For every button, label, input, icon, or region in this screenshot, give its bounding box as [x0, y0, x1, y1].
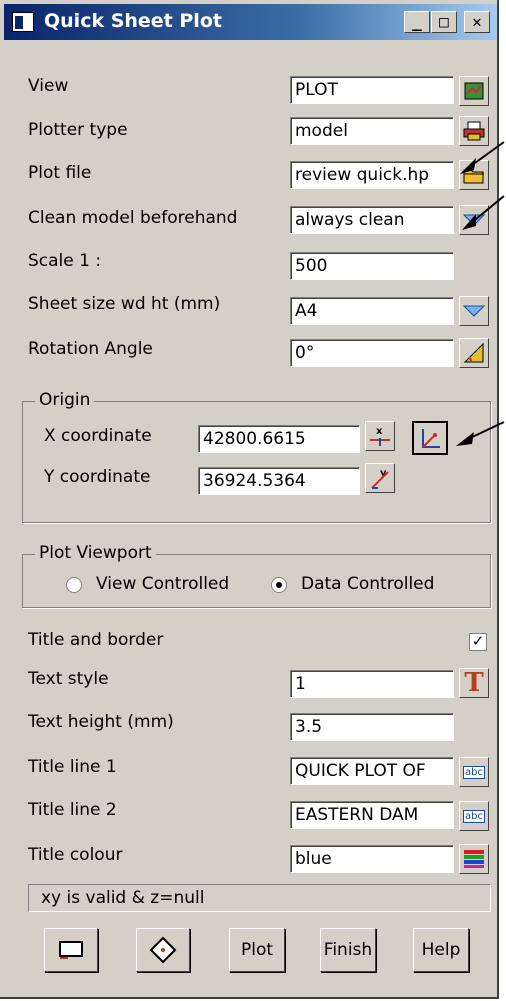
x-coordinate-field[interactable]: 42800.6615 [198, 425, 360, 453]
title-border-checkbox[interactable]: ✓ [469, 633, 487, 651]
view-field[interactable]: PLOT [290, 76, 454, 104]
text-height-label: Text height (mm) [28, 712, 174, 732]
text-style-field[interactable]: 1 [290, 670, 454, 698]
scale-label: Scale 1 : [28, 251, 102, 271]
title-line-1-label: Title line 1 [28, 757, 117, 777]
plotter-type-field[interactable]: model [290, 117, 454, 145]
title-line-2-button[interactable]: abc [459, 801, 489, 831]
app-icon [12, 12, 34, 32]
data-controlled-radio[interactable] [271, 577, 287, 593]
origin-pick-button[interactable] [412, 421, 448, 455]
title-colour-button[interactable] [459, 844, 489, 874]
maximize-icon: □ [439, 12, 449, 31]
minimize-icon: _ [412, 12, 422, 31]
title-colour-label: Title colour [28, 845, 123, 865]
colour-palette-icon [464, 850, 484, 868]
plot-file-field[interactable]: review quick.hp [290, 161, 454, 189]
help-button[interactable]: Help [413, 928, 469, 972]
text-style-label: Text style [28, 669, 109, 689]
arrow-origin [456, 421, 505, 446]
view-icon [464, 82, 484, 100]
axes-pick-icon [422, 429, 440, 448]
scale-field[interactable]: 500 [290, 252, 454, 280]
text-height-field[interactable]: 3.5 [290, 713, 454, 741]
plot-viewport-title: Plot Viewport [35, 543, 156, 563]
sheet-size-label: Sheet size wd ht (mm) [28, 294, 221, 314]
rotation-label: Rotation Angle [28, 339, 153, 359]
data-controlled-label[interactable]: Data Controlled [301, 574, 434, 594]
window-button[interactable] [44, 928, 98, 972]
target-icon [149, 936, 177, 964]
text-style-button[interactable]: T [459, 668, 489, 698]
pick-button[interactable] [136, 928, 190, 972]
plotter-type-label: Plotter type [28, 120, 128, 140]
y-coordinate-field[interactable]: 36924.5364 [198, 467, 360, 495]
view-controlled-label[interactable]: View Controlled [96, 574, 229, 594]
title-border-label: Title and border [28, 630, 164, 650]
arrow-clean-model [462, 195, 505, 230]
plot-file-label: Plot file [28, 163, 92, 183]
title-line-1-field[interactable]: QUICK PLOT OF [290, 757, 454, 785]
x-pick-icon: x [370, 426, 390, 446]
x-coordinate-pick-button[interactable]: x [365, 421, 395, 451]
y-coordinate-pick-button[interactable]: y [365, 463, 395, 493]
title-colour-field[interactable]: blue [290, 845, 454, 873]
title-line-1-button[interactable]: abc [459, 757, 489, 787]
abc-icon: abc [463, 809, 485, 823]
maximize-button[interactable]: □ [431, 11, 457, 33]
window-title: Quick Sheet Plot [44, 10, 222, 32]
y-coordinate-label: Y coordinate [44, 467, 151, 487]
abc-icon: abc [463, 765, 485, 779]
sheet-size-field[interactable]: A4 [290, 297, 454, 325]
status-bar: xy is valid & z=null [28, 884, 491, 912]
title-line-2-label: Title line 2 [28, 800, 117, 820]
close-button[interactable]: ✕ [464, 11, 490, 33]
finish-button[interactable]: Finish [320, 928, 376, 972]
origin-group: Origin [22, 390, 491, 523]
clean-model-field[interactable]: always clean [290, 206, 454, 234]
svg-text:x: x [376, 426, 383, 437]
x-coordinate-label: X coordinate [44, 426, 152, 446]
clean-model-label: Clean model beforehand [28, 208, 238, 228]
origin-group-title: Origin [35, 390, 95, 410]
title-bar[interactable]: Quick Sheet Plot _ □ ✕ [4, 4, 497, 40]
view-controlled-radio[interactable] [66, 577, 82, 593]
plot-button[interactable]: Plot [229, 928, 285, 972]
minimize-button[interactable]: _ [404, 11, 430, 33]
close-icon: ✕ [472, 12, 482, 31]
window-icon [59, 941, 83, 959]
title-line-2-field[interactable]: EASTERN DAM [290, 801, 454, 829]
y-pick-icon: y [371, 468, 389, 489]
view-label: View [28, 76, 69, 96]
rotation-field[interactable]: 0° [290, 339, 454, 367]
arrow-plot-file [460, 141, 505, 174]
annotation-arrows [456, 141, 505, 446]
view-select-button[interactable] [459, 76, 489, 106]
printer-icon [463, 121, 485, 141]
quick-sheet-plot-window: Quick Sheet Plot _ □ ✕ View PLOT Plotter… [0, 0, 499, 999]
text-style-icon: T [464, 668, 484, 698]
